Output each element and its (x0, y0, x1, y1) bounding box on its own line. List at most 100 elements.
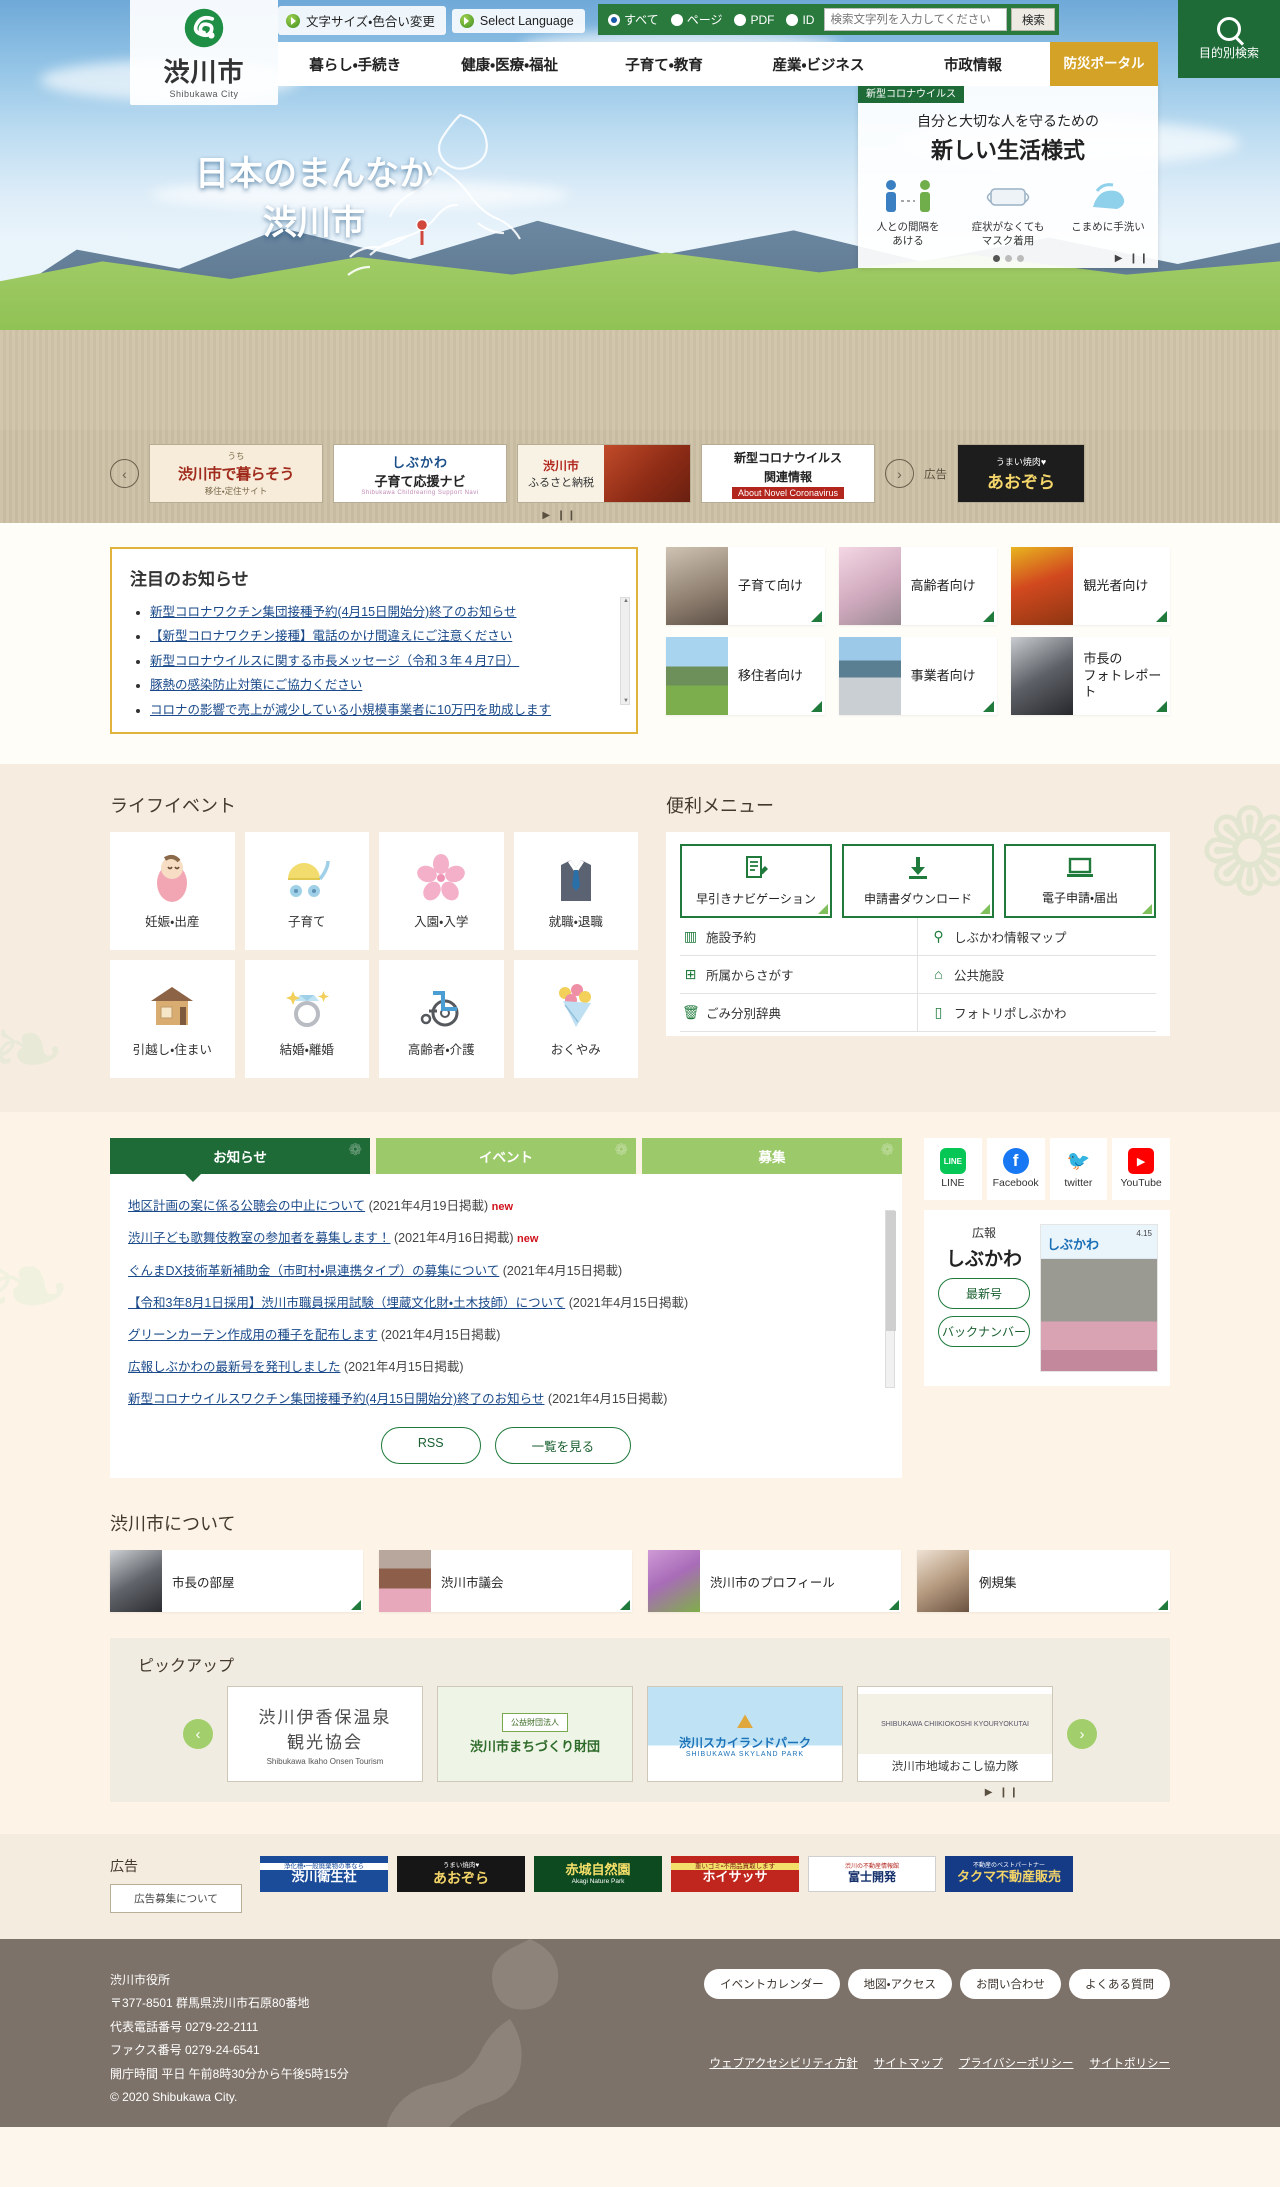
news-link[interactable]: 地区計画の案に係る公聴会の中止について (128, 1199, 365, 1213)
kouhou-cover-thumbnail[interactable]: しぶかわ 4.15 (1040, 1223, 1158, 1372)
category-jigyo[interactable]: 事業者向け (838, 637, 998, 715)
footer-link-sitepolicy[interactable]: サイトポリシー (1090, 2055, 1171, 2071)
carousel-next-button[interactable]: › (885, 459, 914, 488)
banner-corona[interactable]: 新型コロナウイルス 関連情報 About Novel Coronavirus (701, 444, 875, 503)
pickup-machizukuri-zaidan[interactable]: 公益財団法人 渋川市まちづくり財団 (437, 1686, 633, 1783)
category-kosodate[interactable]: 子育て向け (666, 547, 825, 625)
kouhou-latest-button[interactable]: 最新号 (938, 1277, 1030, 1309)
life-event-nyuen[interactable]: 入園・入学 (379, 831, 504, 950)
application-download-button[interactable]: 申請書ダウンロード (842, 843, 994, 918)
sns-twitter[interactable]: 🐦 twitter (1049, 1137, 1108, 1200)
notice-link[interactable]: コロナの影響で売上が減少している小規模事業者に10万円を助成します (150, 703, 551, 717)
list-item[interactable]: 渋川子ども歌舞伎教室の参加者を募集します！ (2021年4月16日掲載) new (128, 1222, 884, 1255)
about-city-profile[interactable]: 渋川市のプロフィール (648, 1550, 901, 1613)
footer-button-event-calendar[interactable]: イベントカレンダー (704, 1969, 840, 2000)
news-link[interactable]: 新型コロナウイルスワクチン集団接種予約(4月15日開始分)終了のお知らせ (128, 1392, 544, 1406)
list-item[interactable]: 新型コロナウイルスに関する市長メッセージ（令和３年４月7日） (150, 649, 618, 673)
life-event-ninshin[interactable]: 妊娠・出産 (110, 831, 235, 950)
life-event-hikkoshi[interactable]: 引越し・住まい (110, 959, 235, 1078)
notice-link[interactable]: 豚熱の感染防止対策にご協力ください (150, 678, 362, 692)
list-item[interactable]: 広報しぶかわの最新号を発刊しました (2021年4月15日掲載) (128, 1351, 884, 1383)
news-scrollbar[interactable] (885, 1209, 896, 1388)
list-item[interactable]: 【令和3年8月1日採用】渋川市職員採用試験（埋蔵文化財・土木技師）について (2… (128, 1287, 884, 1319)
news-link[interactable]: グリーンカーテン作成用の種子を配布します (128, 1328, 377, 1342)
banner-kosodate[interactable]: しぶかわ 子育て応援ナビ Shibukawa Childrearing Supp… (333, 444, 507, 503)
news-link[interactable]: 広報しぶかわの最新号を発刊しました (128, 1360, 341, 1374)
menu-link-info-map[interactable]: ⚲ しぶかわ情報マップ (918, 918, 1156, 956)
pickup-carousel[interactable]: ピックアップ ‹ 渋川伊香保温泉 観光協会 Shibukawa Ikaho On… (110, 1638, 1170, 1803)
ad-fujimi-kaihatsu[interactable]: 渋川の不動産情報館 富士開発 (808, 1856, 936, 1893)
gnav-item-kosodate[interactable]: 子育て・教育 (587, 54, 741, 75)
search-input[interactable] (824, 8, 1008, 31)
list-item[interactable]: コロナの影響で売上が減少している小規模事業者に10万円を助成します (150, 698, 618, 722)
menu-link-search-by-department[interactable]: ⊞ 所属からさがす (680, 955, 918, 994)
slider-dot[interactable] (992, 255, 1000, 263)
category-kanko[interactable]: 観光者向け (1011, 547, 1170, 625)
banner-ijyu[interactable]: うち 渋川市で暮らそう 移住・定住サイト (149, 444, 323, 503)
corona-slider-dots[interactable] (858, 255, 1158, 263)
category-ijyu[interactable]: 移住者向け (666, 637, 825, 715)
carousel-play-controls[interactable]: ▶ ❙❙ (542, 510, 577, 521)
pickup-play-controls[interactable]: ▶ ❙❙ (985, 1787, 1020, 1798)
list-item[interactable]: 新型コロナウイルスワクチン集団接種予約(4月15日開始分)終了のお知らせ (20… (128, 1383, 884, 1415)
global-navigation[interactable]: 暮らし・手続き 健康・医療・福祉 子育て・教育 産業・ビジネス 市政情報 防災ポ… (278, 42, 1159, 86)
carousel-prev-button[interactable]: ‹ (110, 459, 139, 488)
notice-link[interactable]: 【新型コロナワクチン接種】電話のかけ間違えにご注意ください (150, 629, 512, 643)
life-event-kekkon[interactable]: 結婚・離婚 (244, 959, 369, 1078)
footer-link-sitemap[interactable]: サイトマップ (874, 2055, 943, 2071)
slider-dot[interactable] (1004, 255, 1012, 263)
site-search[interactable]: すべて ページ PDF ID 検索 (598, 4, 1060, 35)
tab-oshirase[interactable]: お知らせ ❁ (110, 1137, 370, 1174)
pickup-ikaho-onsen-tourism[interactable]: 渋川伊香保温泉 観光協会 Shibukawa Ikaho Onsen Touri… (227, 1686, 423, 1783)
list-item[interactable]: ぐんまDX技術革新補助金（市町村・県連携タイプ）の募集について (2021年4月… (128, 1255, 884, 1287)
pickup-skyland-park[interactable]: ⛰ 渋川スカイランドパーク SHIBUKAWA SKYLAND PARK (647, 1686, 843, 1783)
footer-button-map-access[interactable]: 地図・アクセス (847, 1969, 952, 2000)
banner-carousel[interactable]: ‹ うち 渋川市で暮らそう 移住・定住サイト しぶかわ 子育て応援ナビ Shib… (0, 430, 1280, 523)
ad-aozora-yakiniku[interactable]: うまい焼肉♥ あおぞら (397, 1856, 525, 1893)
menu-link-public-facility[interactable]: ⌂ 公共施設 (918, 956, 1156, 994)
about-regulations[interactable]: 例規集 (917, 1550, 1170, 1613)
footer-button-faq[interactable]: よくある質問 (1069, 1969, 1170, 2000)
tab-event[interactable]: イベント ❁ (376, 1137, 636, 1174)
search-radio-id[interactable]: ID (786, 13, 814, 27)
category-korei[interactable]: 高齢者向け (838, 547, 998, 625)
gnav-item-sangyo[interactable]: 産業・ビジネス (741, 54, 895, 75)
ad-shibukawa-eiseisha[interactable]: 浄化槽・一般廃棄物の事なら 渋川衛生社 (260, 1856, 388, 1893)
pickup-prev-button[interactable]: ‹ (183, 1719, 213, 1750)
gnav-item-kurashi[interactable]: 暮らし・手続き (278, 54, 432, 75)
list-item[interactable]: 豚熱の感染防止対策にご協力ください (150, 673, 618, 697)
sns-line[interactable]: LINE LINE (924, 1137, 982, 1200)
site-logo[interactable]: 渋川市 Shibukawa City (130, 0, 278, 105)
news-link[interactable]: 渋川子ども歌舞伎教室の参加者を募集します！ (128, 1231, 391, 1245)
list-item[interactable]: グリーンカーテン作成用の種子を配布します (2021年4月15日掲載) (128, 1319, 884, 1351)
footer-link-privacy[interactable]: プライバシーポリシー (959, 2055, 1074, 2071)
tab-boshu[interactable]: 募集 ❁ (642, 1137, 902, 1174)
banner-ad-aozora[interactable]: うまい焼肉♥ あおぞら (957, 444, 1085, 503)
about-city-council[interactable]: 渋川市議会 (379, 1550, 632, 1613)
gnav-item-kenko[interactable]: 健康・医療・福祉 (432, 54, 586, 75)
category-mayor-photoreport[interactable]: 市長の フォトレポート (1011, 637, 1170, 715)
pickup-next-button[interactable]: › (1067, 1719, 1097, 1750)
list-item[interactable]: 地区計画の案に係る公聴会の中止について (2021年4月19日掲載) new (128, 1190, 884, 1223)
e-application-button[interactable]: 電子申請・届出 (1004, 843, 1156, 918)
about-mayor-room[interactable]: 市長の部屋 (110, 1550, 363, 1613)
menu-link-photo-repo[interactable]: ▯ フォトリポしぶかわ (918, 994, 1156, 1032)
news-link[interactable]: 【令和3年8月1日採用】渋川市職員採用試験（埋蔵文化財・土木技師）について (128, 1296, 565, 1310)
banner-furusato[interactable]: 渋川市 ふるさと納税 (517, 444, 691, 503)
notice-scrollbar[interactable] (620, 597, 631, 705)
scrollbar-thumb[interactable] (886, 1210, 896, 1331)
sns-facebook[interactable]: f Facebook (986, 1137, 1045, 1200)
list-item[interactable]: 【新型コロナワクチン接種】電話のかけ間違えにご注意ください (150, 624, 618, 648)
sns-youtube[interactable]: ▶ YouTube (1112, 1137, 1170, 1200)
pickup-chiiki-okoshi[interactable]: SHIBUKAWA CHIIKIOKOSHI KYOURYOKUTAI 渋川市地… (857, 1686, 1053, 1783)
corona-lifestyle-slider[interactable]: 新型コロナウイルス 自分と大切な人を守るための 新しい生活様式 人との間隔を あけ… (858, 82, 1158, 269)
search-submit-button[interactable]: 検索 (1011, 8, 1056, 31)
purpose-search-button[interactable]: 目的別検索 (1178, 0, 1280, 78)
news-link[interactable]: ぐんまDX技術革新補助金（市町村・県連携タイプ）の募集について (128, 1264, 499, 1278)
hayabiki-navigation-button[interactable]: 早引きナビゲーション (680, 843, 832, 918)
gnav-item-bousai-portal[interactable]: 防災ポータル (1050, 42, 1159, 86)
menu-link-facility-reservation[interactable]: ▥ 施設予約 (680, 917, 918, 956)
life-event-shushoku[interactable]: 就職・退職 (513, 831, 638, 950)
footer-button-contact[interactable]: お問い合わせ (960, 1969, 1061, 2000)
font-size-color-button[interactable]: 文字サイズ・色合い変更 (278, 6, 446, 35)
